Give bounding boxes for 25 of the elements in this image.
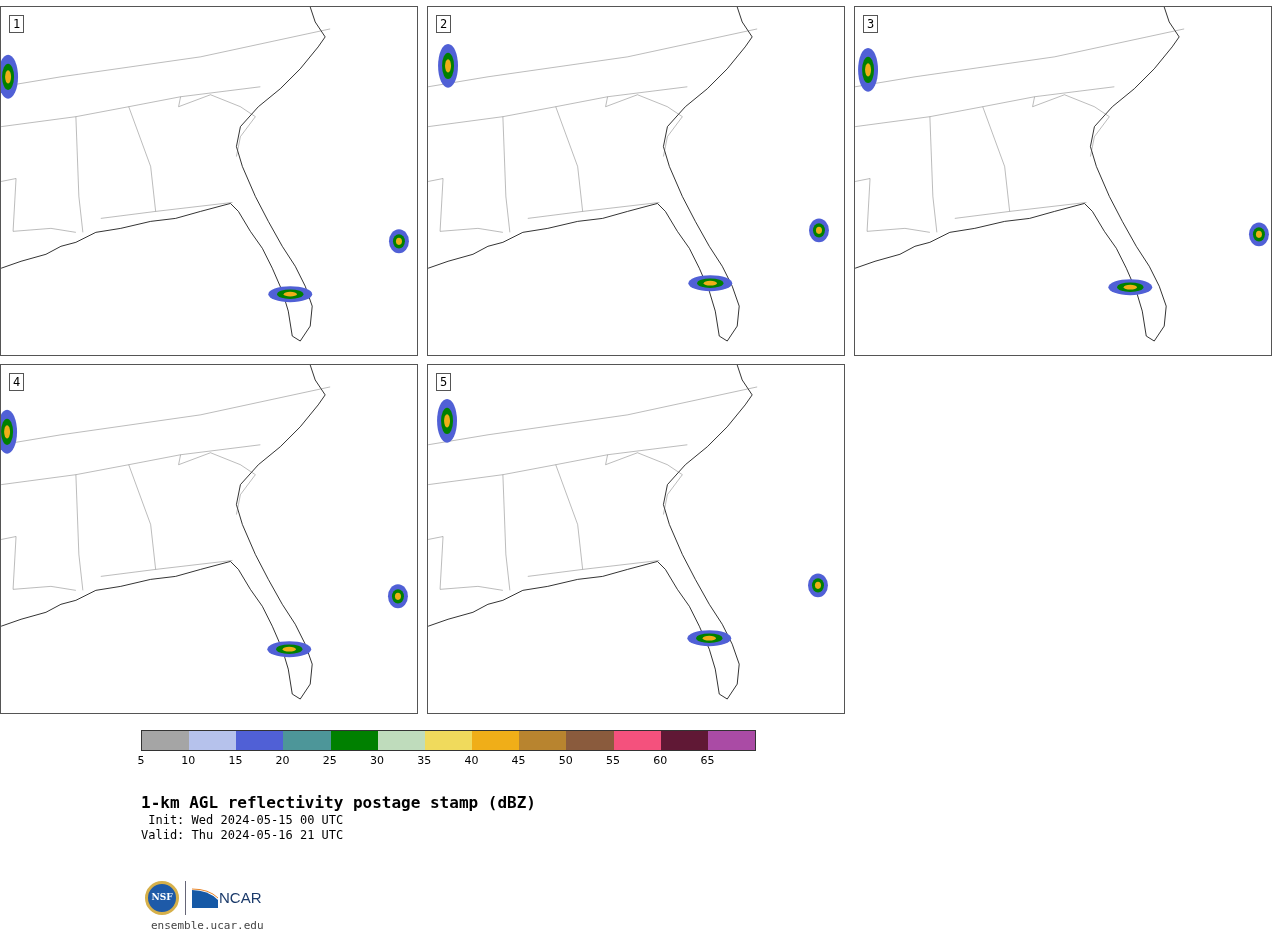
panel-number: 4 [9, 373, 25, 391]
site-url: ensemble.ucar.edu [150, 919, 265, 932]
init-time: Init: Wed 2024-05-15 00 UTC [147, 813, 345, 828]
tick-label: 35 [417, 755, 432, 767]
tick-label: 50 [558, 755, 573, 767]
panel-number: 2 [436, 15, 452, 33]
tick-label: 10 [181, 755, 196, 767]
panel-number: 5 [436, 373, 452, 391]
tick-label: 15 [228, 755, 243, 767]
ncar-logo: NCAR [192, 888, 262, 908]
tick-label: 20 [275, 755, 290, 767]
valid-time: Valid: Thu 2024-05-16 21 UTC [141, 828, 345, 843]
tick-label: 25 [322, 755, 337, 767]
panel-number: 3 [863, 15, 879, 33]
tick-label: 45 [511, 755, 526, 767]
tick-label: 55 [606, 755, 620, 767]
nsf-logo: NSF [145, 881, 179, 915]
tick-label: 60 [653, 755, 668, 767]
tick-label: 30 [370, 755, 384, 767]
tick-label: 40 [464, 755, 479, 767]
panel-number: 1 [9, 15, 25, 33]
chart-title: 1-km AGL reflectivity postage stamp (dBZ) [141, 793, 537, 813]
swoosh-icon [192, 888, 218, 908]
tick-label: 65 [700, 755, 715, 767]
tick-label: 5 [137, 755, 145, 767]
